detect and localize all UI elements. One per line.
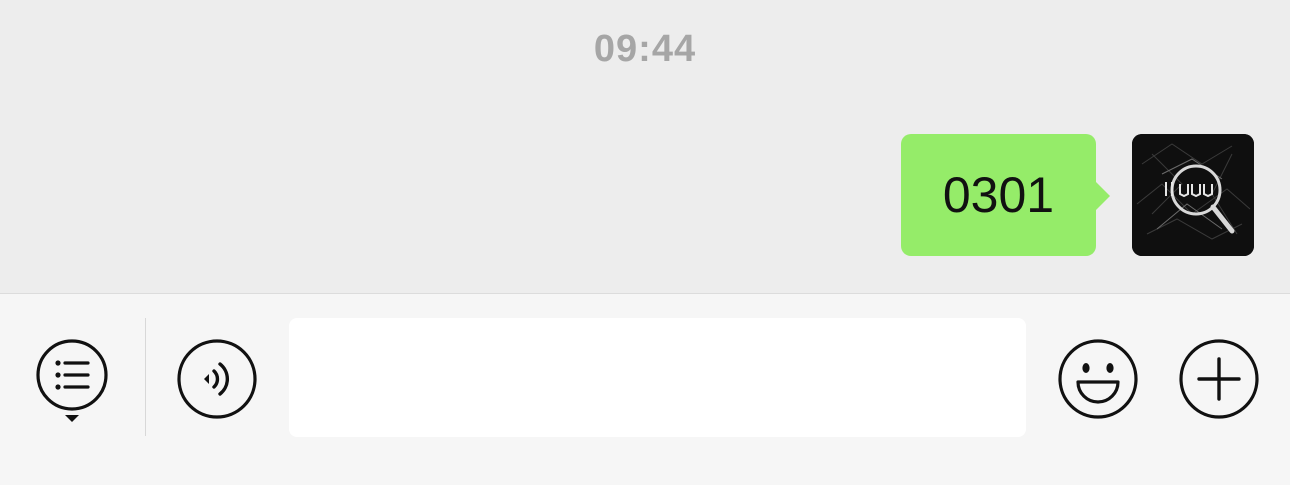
- chat-area: 09:44 0301: [0, 0, 1290, 293]
- bubble-tail: [1096, 182, 1110, 210]
- toolbar-divider: [145, 318, 146, 436]
- plus-icon[interactable]: [1178, 338, 1260, 420]
- avatar-image: [1132, 134, 1254, 256]
- message-text: 0301: [942, 167, 1055, 223]
- voice-icon[interactable]: [176, 338, 258, 420]
- message-timestamp: 09:44: [593, 28, 697, 70]
- avatar[interactable]: [1132, 134, 1254, 256]
- message-row-self: 0301: [901, 134, 1254, 256]
- message-bubble[interactable]: 0301: [901, 134, 1110, 256]
- list-menu-icon[interactable]: [34, 338, 110, 422]
- input-bar: [0, 293, 1290, 485]
- message-input[interactable]: [289, 318, 1026, 437]
- emoji-icon[interactable]: [1057, 338, 1139, 420]
